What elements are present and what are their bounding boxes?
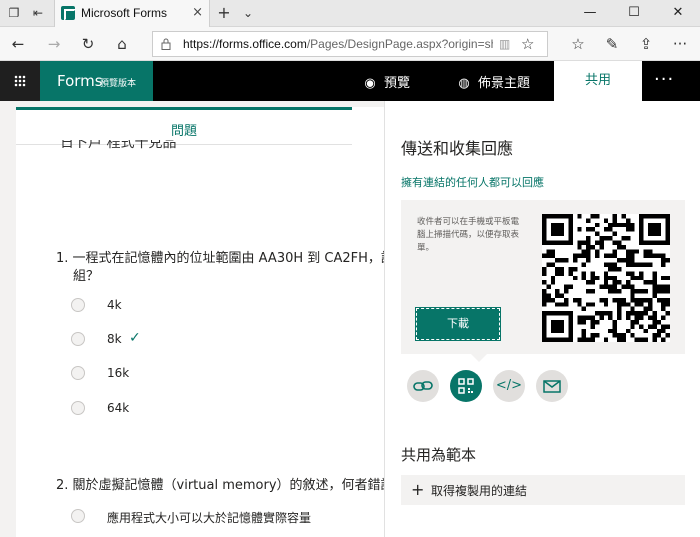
eye-icon: ◉ [364,76,376,91]
maximize-button[interactable]: ☐ [612,0,656,27]
form-title: 日卜戶 程式十克品 [60,140,177,150]
qr-code-image [542,214,670,342]
share-page-icon[interactable]: ⇪ [636,34,656,54]
app-launcher-button[interactable] [0,61,40,101]
address-bar[interactable]: https://forms.office.com/Pages/DesignPag… [152,31,548,57]
link-icon[interactable] [407,370,439,402]
tab-title: Microsoft Forms [81,6,168,20]
share-method-icons: </> [407,370,577,404]
option-label: 應用程式大小可以大於記憶體實際容量 [107,511,312,525]
preview-tag: 預覽版本 [100,79,137,89]
tab-list-chevron-icon[interactable]: ⌄ [240,5,256,21]
qr-description: 收件者可以在手機或平板電腦上掃描代碼，以便存取表單。 [417,217,520,253]
share-as-template-title: 共用為範本 [401,446,477,464]
browser-menu-icon[interactable]: ··· [670,34,690,54]
radio-button[interactable] [71,332,85,346]
pen-icon[interactable]: ✎ [602,34,622,54]
refresh-icon[interactable]: ↻ [78,34,98,54]
address-toolbar: ← → ↻ ⌂ https://forms.office.com/Pages/D… [0,27,700,61]
tab-manager-icon[interactable]: ❐ [6,5,22,21]
tab-back-icon[interactable]: ⇤ [30,5,46,21]
theme-button[interactable]: ◍ 佈景主題 [456,72,530,91]
qr-code-panel: 收件者可以在手機或平板電腦上掃描代碼，以便存取表單。 下載 [401,200,685,362]
radio-button[interactable] [71,401,85,415]
radio-button[interactable] [71,298,85,312]
favorites-hub-icon[interactable]: ☆ [568,34,588,54]
reading-view-icon[interactable]: ▥ [499,37,510,51]
option-label: 4k [107,298,122,312]
new-tab-icon[interactable]: + [216,5,232,21]
forward-icon[interactable]: → [44,34,64,54]
tab-questions[interactable]: 問題 [16,120,352,139]
link-permission-dropdown[interactable]: 擁有連結的任何人都可以回應 [401,174,544,190]
browser-title-bar: ❐ ⇤ Microsoft Forms × + ⌄ — ☐ ✕ [0,0,700,27]
forms-header: Forms 預覽版本 ◉ 預覽 ◍ 佈景主題 共用 ··· [0,61,700,101]
url-text: https://forms.office.com/Pages/DesignPag… [183,37,493,51]
favorite-star-icon[interactable]: ☆ [521,35,534,53]
forms-brand[interactable]: Forms 預覽版本 [40,61,153,101]
get-duplicate-link-label: 取得複製用的連結 [431,484,528,498]
more-options-icon[interactable]: ··· [654,69,674,90]
option-label: 8k [107,332,122,346]
qr-code-icon[interactable] [450,370,482,402]
form-editor-pane: 問題 日卜戶 程式十克品 1. 一程式在記憶體內的位址範圍由 AA30H 到 C… [0,101,384,537]
embed-icon[interactable]: </> [493,370,525,402]
radio-button[interactable] [71,509,85,523]
download-button[interactable]: 下載 [415,307,501,341]
waffle-icon [14,75,26,87]
plus-icon: + [411,480,425,499]
correct-answer-check-icon: ✓ [129,330,141,346]
option-label: 64k [107,401,130,415]
close-window-button[interactable]: ✕ [656,0,700,27]
form-card: 問題 日卜戶 程式十克品 1. 一程式在記憶體內的位址範圍由 AA30H 到 C… [16,107,384,537]
share-panel: 傳送和收集回應 擁有連結的任何人都可以回應 收件者可以在手機或平板電腦上掃描代碼… [384,101,700,537]
lock-icon [161,38,171,50]
preview-button[interactable]: ◉ 預覽 [362,72,410,91]
share-panel-title: 傳送和收集回應 [401,139,514,158]
email-icon[interactable] [536,370,568,402]
brand-name: Forms [57,72,103,90]
get-duplicate-link-button[interactable]: + 取得複製用的連結 [401,475,685,505]
question-1[interactable]: 1. 一程式在記憶體內的位址範圍由 AA30H 到 CA2FH，請 [56,247,384,266]
palette-icon: ◍ [458,76,470,91]
tab-close-icon[interactable]: × [192,5,203,20]
option-label: 16k [107,366,130,380]
question-2[interactable]: 2. 關於虛擬記憶體（virtual memory）的敘述，何者錯誤 [56,474,384,493]
home-icon[interactable]: ⌂ [112,34,132,54]
minimize-button[interactable]: — [568,0,612,27]
share-button[interactable]: 共用 [554,61,642,101]
radio-button[interactable] [71,366,85,380]
back-icon[interactable]: ← [8,34,28,54]
question-1-continuation: 組？ [73,269,100,284]
forms-favicon-icon [61,6,76,21]
browser-tab[interactable]: Microsoft Forms × [54,0,210,27]
